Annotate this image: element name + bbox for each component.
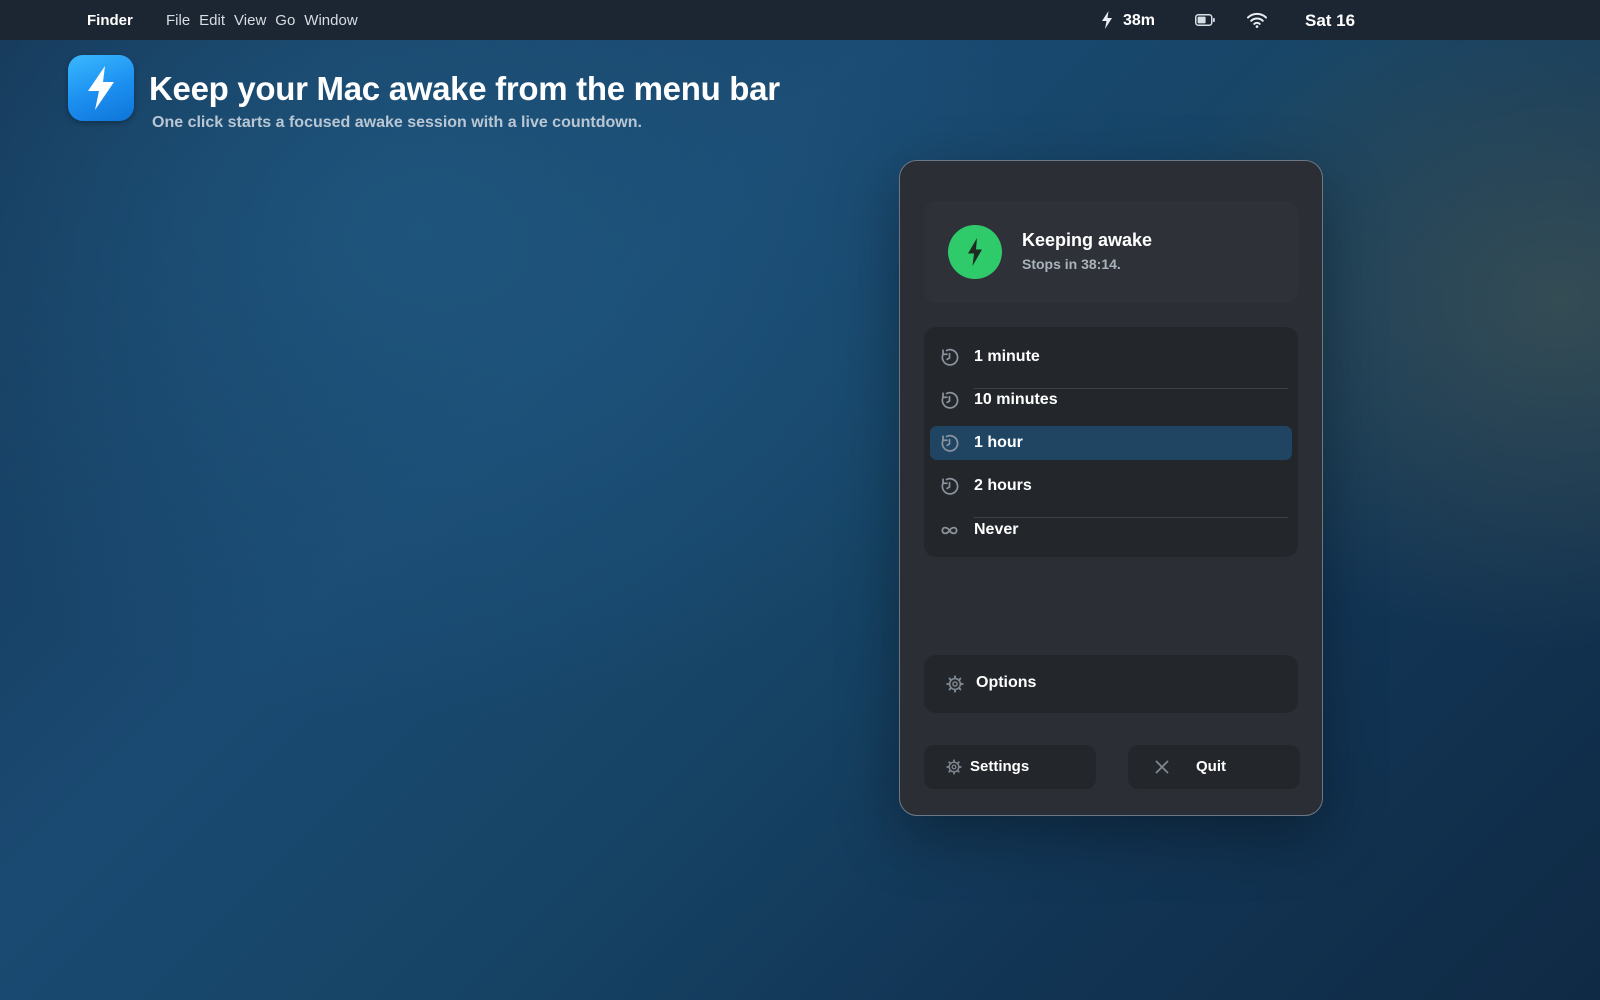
settings-label: Settings xyxy=(970,758,1030,775)
quit-button[interactable]: Quit xyxy=(1128,745,1300,789)
status-title: Keeping awake xyxy=(1022,230,1153,250)
status-card: Keeping awake Stops in 38:14. xyxy=(924,201,1298,303)
options-label: Options xyxy=(976,674,1037,691)
timer-icon xyxy=(941,434,959,452)
options-row[interactable]: Options xyxy=(924,655,1298,713)
menu-items: File Edit View Go Window xyxy=(166,12,358,29)
timer-icon xyxy=(941,348,959,366)
menu-view[interactable]: View xyxy=(234,12,266,29)
bolt-icon xyxy=(968,238,982,266)
duration-1-minute[interactable]: 1 minute xyxy=(930,340,1292,374)
duration-never[interactable]: Never xyxy=(930,513,1292,547)
battery-icon[interactable] xyxy=(1195,14,1215,26)
duration-10-minutes[interactable]: 10 minutes xyxy=(930,383,1292,417)
timer-icon xyxy=(941,391,959,409)
timer-icon xyxy=(941,477,959,495)
menu-window[interactable]: Window xyxy=(304,12,357,29)
status-date[interactable]: Sat 16 xyxy=(1305,11,1355,31)
hero-title: Keep your Mac awake from the menu bar xyxy=(149,70,780,107)
status-indicator xyxy=(948,225,1002,279)
menu-file[interactable]: File xyxy=(166,12,190,29)
duration-label: 1 hour xyxy=(974,434,1023,451)
duration-label: 2 hours xyxy=(974,477,1032,494)
status-timer[interactable]: 38m xyxy=(1123,12,1155,30)
duration-label: 1 minute xyxy=(974,348,1040,365)
bolt-app-icon xyxy=(68,55,134,121)
infinity-icon xyxy=(941,526,958,535)
settings-button[interactable]: Settings xyxy=(924,745,1096,789)
duration-1-hour[interactable]: 1 hour xyxy=(930,426,1292,460)
quit-label: Quit xyxy=(1196,758,1226,775)
bolt-icon[interactable] xyxy=(1101,11,1113,29)
awake-popover: Keeping awake Stops in 38:14. 1 minute 1… xyxy=(899,160,1323,816)
menu-go[interactable]: Go xyxy=(275,12,295,29)
gear-icon xyxy=(946,675,964,693)
gear-icon xyxy=(946,759,962,775)
duration-label: 10 minutes xyxy=(974,391,1058,408)
status-countdown: Stops in 38:14. xyxy=(1022,256,1121,272)
duration-list: 1 minute 10 minutes 1 hour 2 hours Never xyxy=(924,327,1298,557)
close-icon xyxy=(1155,760,1169,774)
duration-label: Never xyxy=(974,521,1019,538)
duration-2-hours[interactable]: 2 hours xyxy=(930,469,1292,503)
menu-bar: Finder File Edit View Go Window 38m Sat … xyxy=(0,0,1600,40)
wifi-icon[interactable] xyxy=(1247,12,1267,28)
menu-edit[interactable]: Edit xyxy=(199,12,225,29)
hero-subtitle: One click starts a focused awake session… xyxy=(152,114,642,131)
menu-app-name[interactable]: Finder xyxy=(87,12,133,29)
